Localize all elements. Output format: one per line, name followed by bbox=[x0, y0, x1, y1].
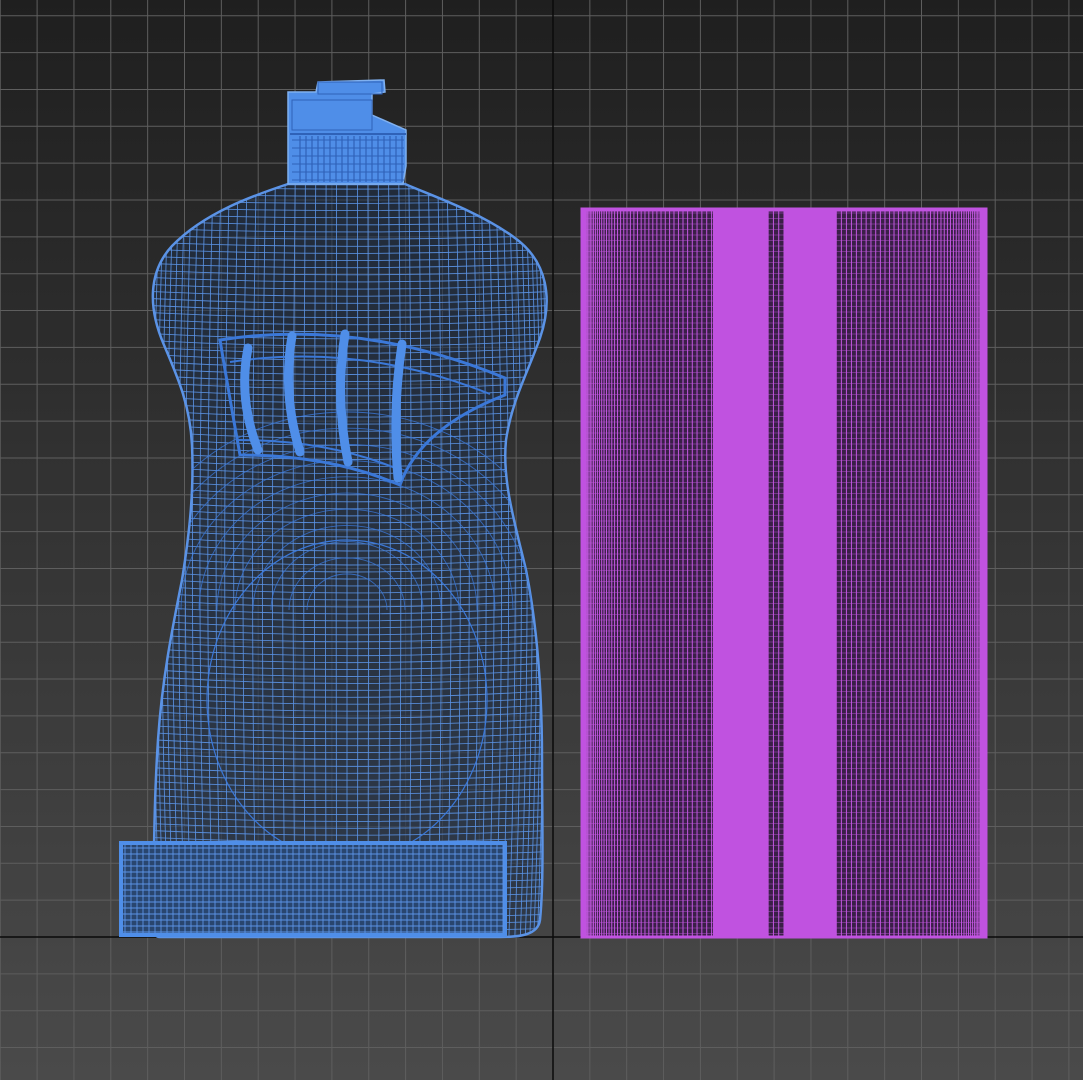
front-viewport[interactable] bbox=[0, 0, 1083, 1080]
bottle-body-outline bbox=[151, 182, 548, 939]
sleeve-stripe bbox=[784, 209, 836, 937]
sleeve-stripe bbox=[713, 209, 768, 937]
label-sleeve-mesh[interactable] bbox=[580, 207, 988, 939]
bottle-base-band bbox=[119, 841, 507, 937]
